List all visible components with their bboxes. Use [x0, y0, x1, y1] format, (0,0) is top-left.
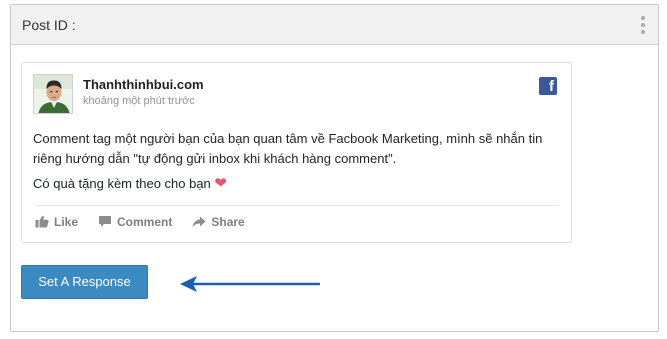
comment-icon: [99, 216, 112, 227]
facebook-post-card: Thanhthinhbui.com khoảng một phút trước …: [21, 62, 572, 243]
comment-button[interactable]: Comment: [98, 215, 172, 229]
arrow-icon: [180, 276, 320, 292]
post-time: khoảng một phút trước: [83, 95, 195, 107]
set-response-button[interactable]: Set A Response: [21, 265, 148, 299]
panel-title: Post ID :: [22, 16, 76, 33]
share-icon: [192, 216, 206, 227]
kebab-menu-icon[interactable]: [638, 12, 648, 38]
post-text-gift: Có quà tặng kèm theo cho bạn ❤: [33, 174, 563, 194]
post-body: Comment tag một người bạn của bạn quan t…: [33, 129, 563, 199]
panel-header: Post ID :: [11, 5, 658, 45]
post-text-paragraph: Comment tag một người bạn của bạn quan t…: [33, 131, 543, 166]
comment-label: Comment: [117, 214, 173, 229]
post-header: Thanhthinhbui.com khoảng một phút trước …: [33, 74, 559, 118]
avatar[interactable]: [33, 74, 73, 114]
facebook-icon[interactable]: f: [539, 77, 557, 95]
post-author[interactable]: Thanhthinhbui.com: [83, 77, 204, 92]
like-label: Like: [54, 214, 79, 229]
like-icon: [35, 215, 49, 228]
heart-icon: ❤: [214, 175, 227, 192]
like-button[interactable]: Like: [35, 215, 78, 229]
share-label: Share: [211, 214, 245, 229]
post-text-gift-label: Có quà tặng kèm theo cho bạn: [33, 176, 211, 191]
share-button[interactable]: Share: [192, 214, 245, 229]
post-actions: Like Comment Share: [35, 205, 559, 235]
